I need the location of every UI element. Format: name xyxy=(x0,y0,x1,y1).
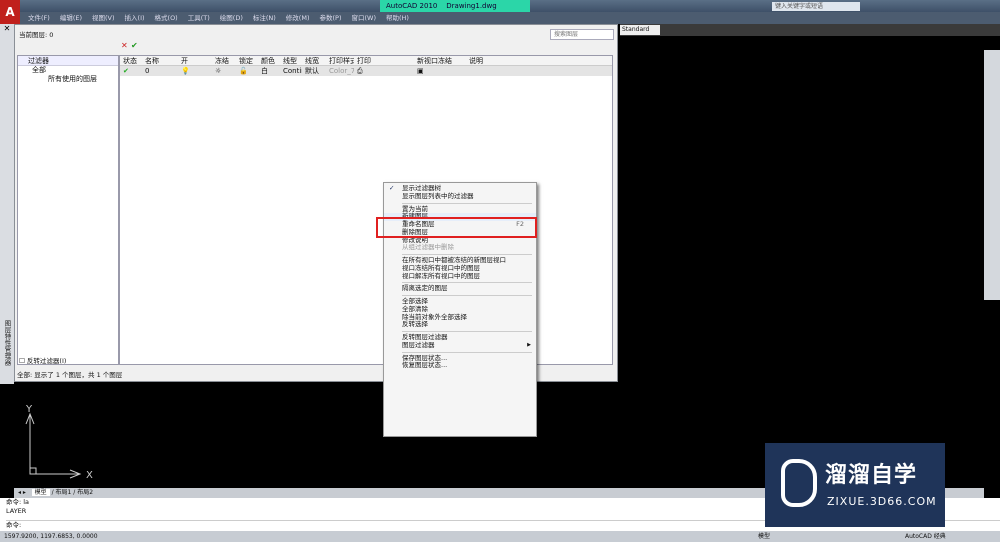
filter-tree-header: 过滤器 xyxy=(18,56,118,66)
check-icon: ✓ xyxy=(389,184,395,192)
document-name: Drawing1.dwg xyxy=(446,2,497,10)
column-header[interactable]: 打印 xyxy=(354,56,414,65)
column-header[interactable]: 新视口冻结 xyxy=(414,56,466,65)
highlight-box xyxy=(376,217,537,238)
menu-item[interactable]: 编辑(E) xyxy=(60,12,82,24)
cell-name[interactable]: 0 xyxy=(142,66,178,76)
menu-item[interactable]: 工具(T) xyxy=(188,12,210,24)
column-header[interactable]: 线宽 xyxy=(302,56,326,65)
status-bar: 1597.9200, 1197.6853, 0.0000 模型 AutoCAD … xyxy=(0,531,1000,542)
cell-lineweight[interactable]: 默认 xyxy=(302,66,326,76)
modify-toolbar[interactable] xyxy=(984,50,1000,300)
watermark-name: 溜溜自学 xyxy=(825,463,918,488)
filter-used-layers[interactable]: 所有使用的图层 xyxy=(18,75,118,84)
cell-linetype[interactable]: Continu... xyxy=(280,66,302,76)
menu-separator xyxy=(402,351,532,353)
ucs-icon: Y X xyxy=(25,404,93,481)
help-search-input[interactable]: 键入关键字或短语 xyxy=(772,2,860,11)
column-header[interactable]: 说明 xyxy=(466,56,506,65)
watermark-url: ZIXUE.3D66.COM xyxy=(827,495,937,508)
menu-item-label: 视口解冻所有视口中的图层 xyxy=(402,271,480,280)
description[interactable] xyxy=(466,66,506,76)
set-current-icon[interactable]: ✔ xyxy=(131,41,138,50)
menu-item-label: 反转选择 xyxy=(402,320,428,329)
table-row[interactable]: ✔0💡☼🔓白Continu...默认Color_7⎙▣ xyxy=(120,66,612,76)
menu-item[interactable]: 视图(V) xyxy=(92,12,115,24)
app-title: AutoCAD 2010 xyxy=(386,2,438,10)
delete-layer-icon[interactable]: ✕ xyxy=(121,41,128,50)
context-menu-item[interactable]: 反转选择 xyxy=(384,320,536,329)
play-logo-icon xyxy=(781,459,817,507)
menu-item-label: 图层过滤器 xyxy=(402,340,435,349)
layer-list-header: 状态 名称开冻结 锁定 颜色 线型 线宽 打印样式 打印 新视口冻结 说明 xyxy=(120,56,612,66)
palette-titlebar[interactable]: ✕ 图层特性管理器 xyxy=(0,24,14,384)
model-button[interactable]: 模型 xyxy=(758,531,770,542)
cell-color[interactable]: 白 xyxy=(258,66,280,76)
context-menu-item[interactable]: 恢复图层状态... xyxy=(384,361,536,370)
tab-layout2[interactable]: 布局2 xyxy=(77,489,93,496)
menu-separator xyxy=(402,295,532,296)
tab-model[interactable]: 模型 xyxy=(31,489,50,496)
current-layer-label: 当前图层: 0 xyxy=(19,31,54,39)
column-header[interactable]: 打印样式 xyxy=(326,56,354,65)
column-header[interactable]: 状态 xyxy=(120,56,142,65)
menu-item[interactable]: 窗口(W) xyxy=(351,12,376,24)
invert-filter-label: 反转过滤器(I) xyxy=(26,357,67,365)
context-menu-item[interactable]: 从组过滤器中删除 xyxy=(384,243,536,252)
lock-icon[interactable]: 🔓 xyxy=(236,66,258,76)
watermark: 溜溜自学 ZIXUE.3D66.COM xyxy=(765,443,945,527)
menu-item[interactable]: 绘图(D) xyxy=(220,12,243,24)
on-icon[interactable]: 💡 xyxy=(178,66,212,76)
layer-list: 状态 名称开冻结 锁定 颜色 线型 线宽 打印样式 打印 新视口冻结 说明 ✔ 0 💡 ☼ 🔓 白 Conti… xyxy=(119,55,613,365)
freeze-icon[interactable]: ☼ xyxy=(212,66,236,76)
context-menu-item[interactable]: 隔离选定的图层 xyxy=(384,284,536,293)
submenu-arrow-icon: ▶ xyxy=(527,341,531,348)
status-icon[interactable]: ✔ xyxy=(120,66,142,76)
menu-separator xyxy=(402,202,532,204)
context-menu-item[interactable]: 图层过滤器 ▶ xyxy=(384,340,536,350)
column-header[interactable]: 冻结 xyxy=(212,56,236,65)
menu-item[interactable]: 修改(M) xyxy=(286,12,310,24)
menu-item-label: 显示图层列表中的过滤器 xyxy=(402,191,474,200)
cell-plotstyle[interactable]: Color_7 xyxy=(326,66,354,76)
layer-search-input[interactable]: 搜索图层 xyxy=(550,29,614,40)
close-icon[interactable]: ✕ xyxy=(0,24,14,33)
tab-layout1[interactable]: 布局1 xyxy=(56,489,72,496)
column-header[interactable]: 开 xyxy=(178,56,212,65)
column-header[interactable]: 颜色 xyxy=(258,56,280,65)
vp-freeze-icon[interactable]: ▣ xyxy=(414,66,466,76)
menu-item-label: 从组过滤器中删除 xyxy=(402,243,454,252)
menu-separator xyxy=(402,254,532,255)
menu-item-label: 隔离选定的图层 xyxy=(402,284,448,293)
column-header[interactable]: 线型 xyxy=(280,56,302,65)
menu-bar: 文件(F) 编辑(E) 视图(V) 插入(I) 格式(O) 工具(T) 绘图(D) 标注(N)… xyxy=(20,12,1000,24)
menu-item[interactable]: 插入(I) xyxy=(125,12,145,24)
workspace-switch[interactable]: AutoCAD 经典 xyxy=(905,531,946,542)
status-text: 全部: 显示了 1 个图层，共 1 个图层 xyxy=(17,371,123,379)
context-menu-item[interactable]: 显示图层列表中的过滤器 xyxy=(384,191,536,201)
column-header[interactable]: 名称 xyxy=(142,56,178,65)
column-header[interactable]: 锁定 xyxy=(236,56,258,65)
autocad-logo[interactable]: A xyxy=(0,0,20,24)
menu-item[interactable]: 标注(N) xyxy=(253,12,276,24)
coordinates: 1597.9200, 1197.6853, 0.0000 xyxy=(4,533,98,540)
menu-item[interactable]: 帮助(H) xyxy=(386,12,409,24)
window-title: AutoCAD 2010 Drawing1.dwg xyxy=(380,0,530,12)
invert-filter-checkbox[interactable]: ☐ 反转过滤器(I) xyxy=(19,355,66,365)
ucs-y-label: Y xyxy=(25,404,33,415)
menu-item[interactable]: 格式(O) xyxy=(155,12,178,24)
palette-side-label: 图层特性管理器 xyxy=(3,320,11,366)
filter-tree: 过滤器 全部 所有使用的图层 xyxy=(17,55,119,365)
context-menu-item[interactable]: 视口解冻所有视口中的图层 xyxy=(384,271,536,281)
menu-item[interactable]: 参数(P) xyxy=(319,12,341,24)
menu-item[interactable]: 文件(F) xyxy=(28,12,50,24)
toolbar-area xyxy=(620,24,1000,36)
menu-item-label: 恢复图层状态... xyxy=(402,361,448,370)
style-select[interactable]: Standard xyxy=(620,25,660,35)
plot-icon[interactable]: ⎙ xyxy=(354,66,414,76)
menu-separator xyxy=(402,331,532,332)
ucs-x-label: X xyxy=(86,470,93,481)
filter-all[interactable]: 全部 xyxy=(18,66,118,75)
